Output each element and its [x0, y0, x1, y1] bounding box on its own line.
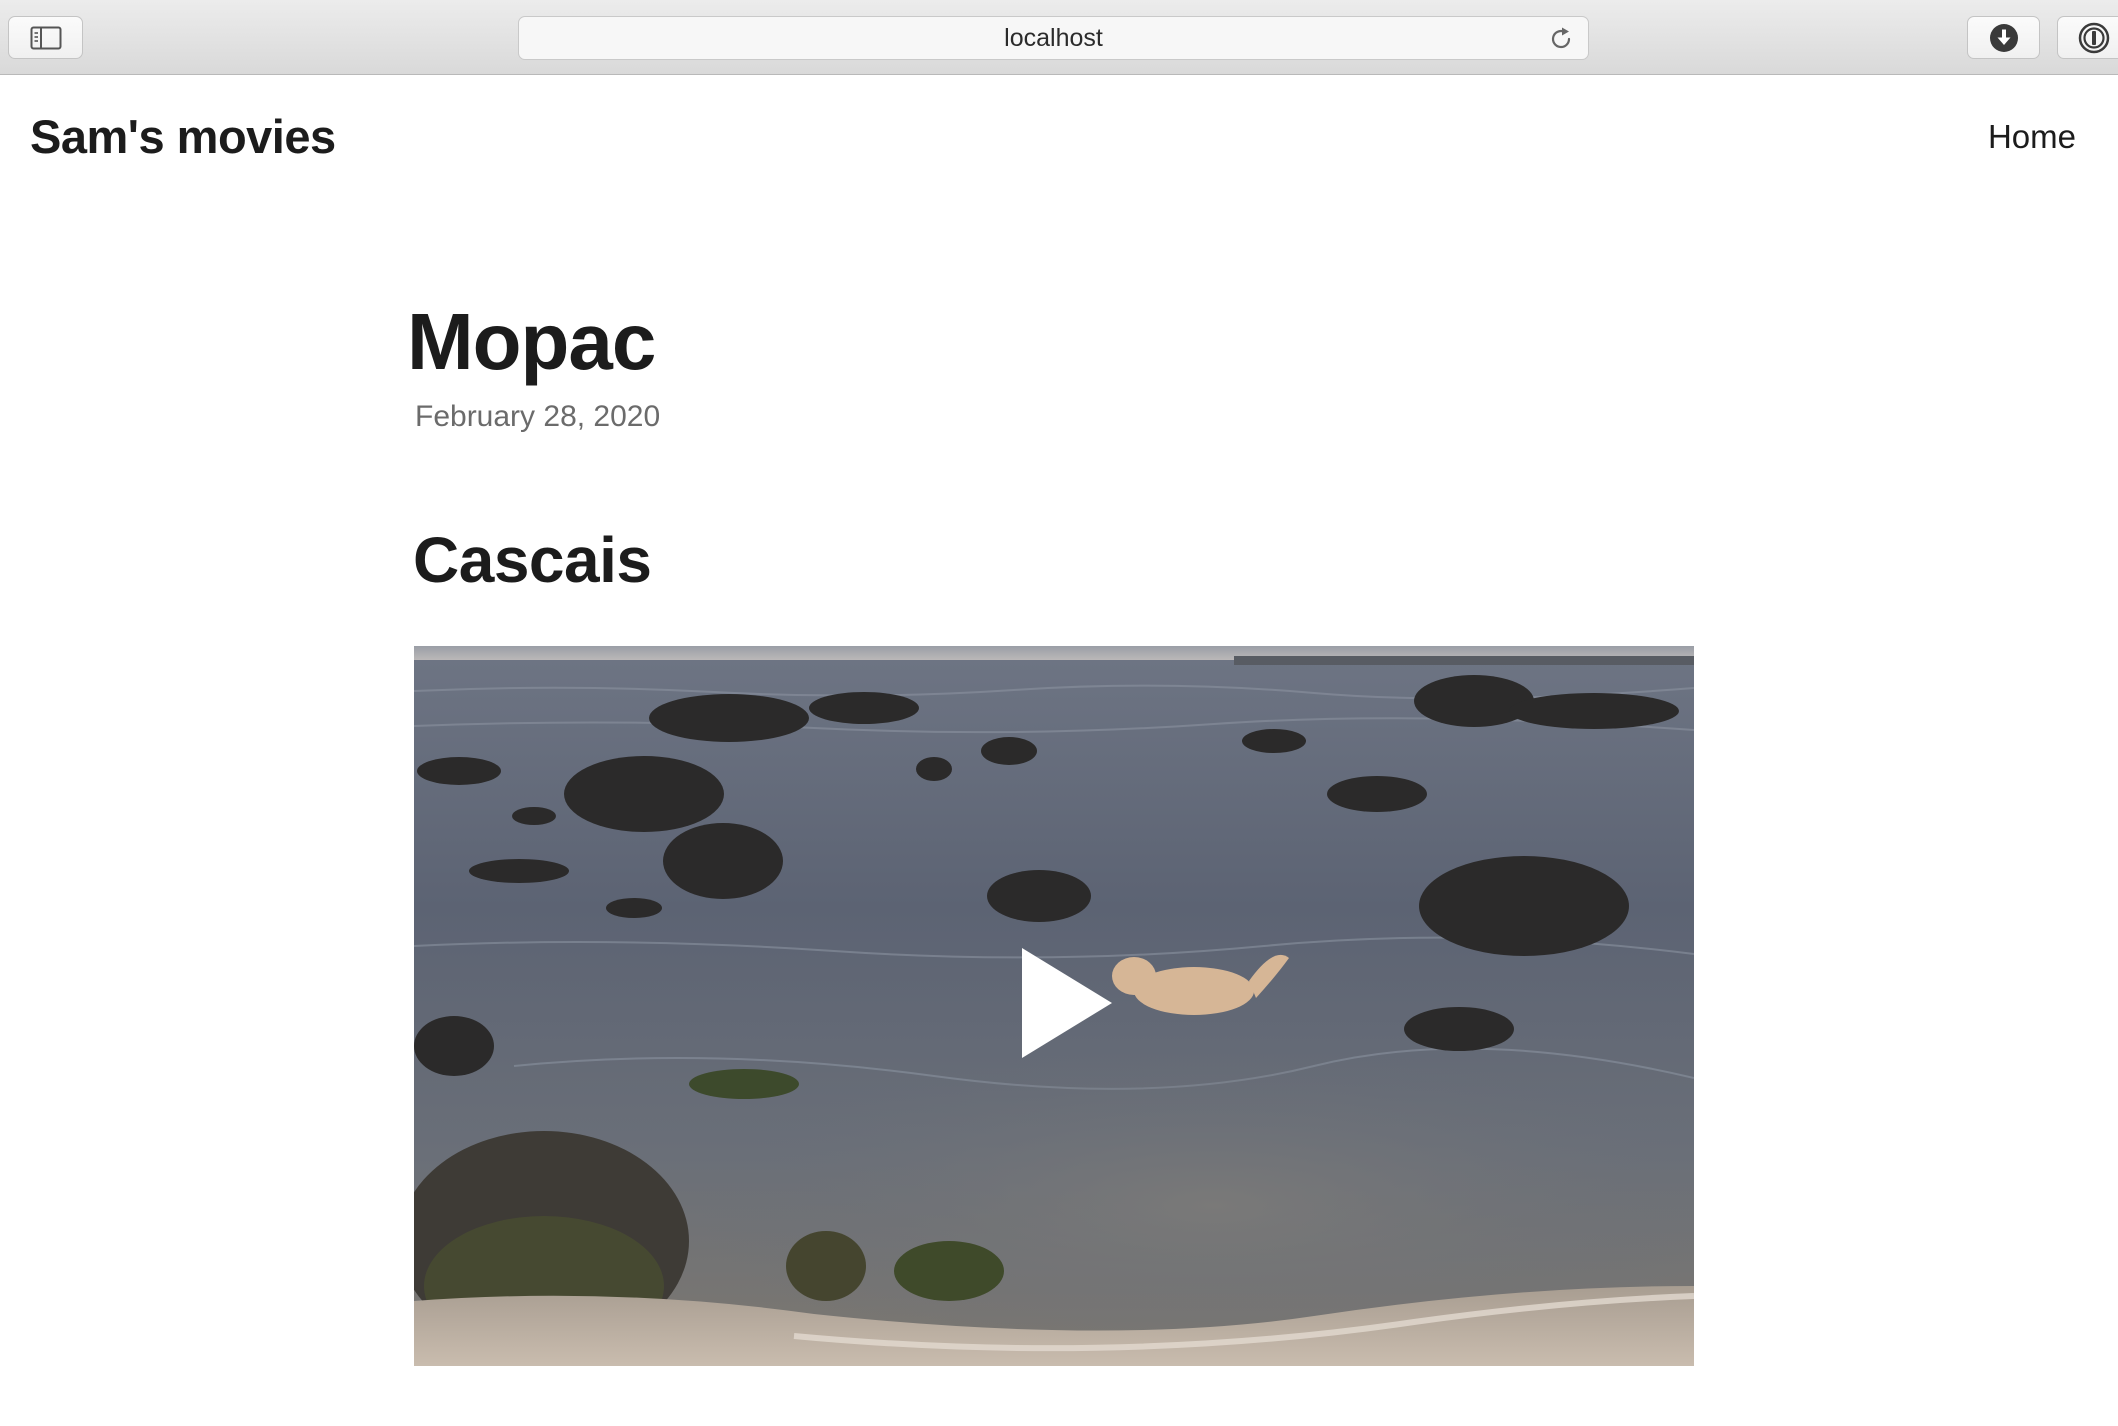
- sidebar-toggle-button[interactable]: [8, 16, 83, 59]
- download-icon: [1989, 23, 2018, 52]
- article: Mopac February 28, 2020 Cascais: [407, 290, 1693, 600]
- post-date: February 28, 2020: [415, 400, 661, 433]
- site-title[interactable]: Sam's movies: [30, 104, 336, 170]
- downloads-button[interactable]: [1967, 16, 2040, 59]
- password-manager-button[interactable]: [2057, 16, 2118, 59]
- nav-link-home[interactable]: Home: [1988, 114, 2076, 160]
- play-icon[interactable]: [1022, 948, 1112, 1058]
- sidebar-icon: [30, 26, 61, 49]
- address-bar[interactable]: localhost: [518, 16, 1589, 60]
- password-manager-icon: [2078, 22, 2109, 53]
- video-player[interactable]: [414, 646, 1694, 1366]
- browser-toolbar: localhost: [0, 0, 2118, 75]
- post-title: Mopac: [407, 297, 656, 386]
- reload-icon[interactable]: [1548, 26, 1574, 52]
- section-heading: Cascais: [413, 524, 652, 596]
- address-text: localhost: [1004, 23, 1103, 52]
